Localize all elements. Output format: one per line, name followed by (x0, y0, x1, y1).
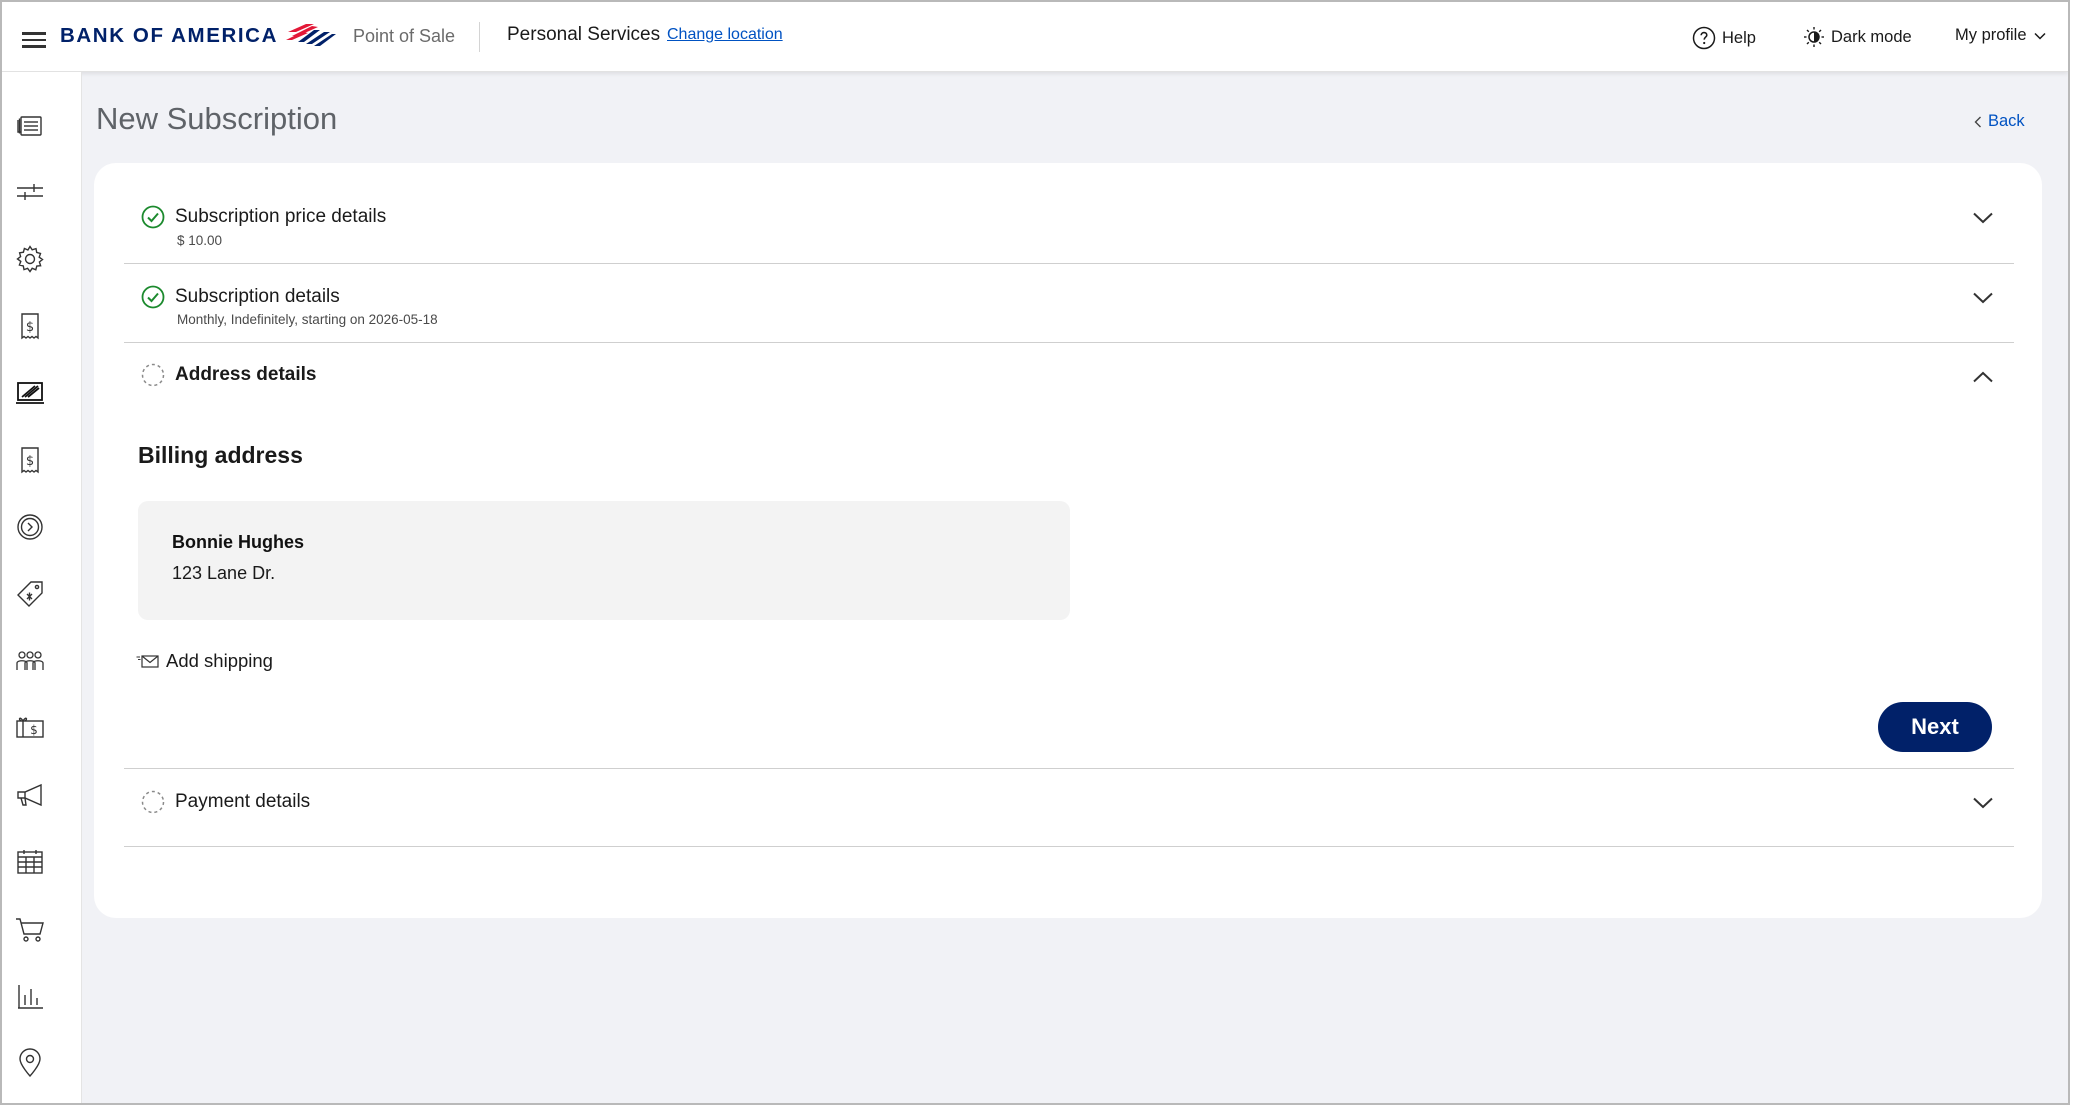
step-subtitle: Monthly, Indefinitely, starting on 2026-… (177, 312, 438, 327)
megaphone-icon[interactable] (14, 779, 46, 811)
help-icon (1692, 26, 1716, 50)
customers-icon[interactable] (14, 645, 46, 677)
page-title: New Subscription (96, 101, 338, 136)
sliders-icon[interactable] (14, 176, 46, 208)
subscription-wizard: Subscription price details $ 10.00 Subsc… (94, 163, 2042, 918)
hamburger-menu-icon[interactable] (22, 32, 46, 48)
current-location: Personal Services (507, 24, 661, 45)
dark-mode-label: Dark mode (1831, 27, 1912, 46)
sidebar-nav: $ $ $ (2, 72, 82, 1103)
header-divider (479, 22, 480, 52)
svg-text:$: $ (30, 723, 38, 737)
app-name: Point of Sale (353, 26, 456, 46)
divider (124, 846, 2014, 847)
chevron-up-icon[interactable] (1972, 370, 1994, 384)
step-price-details[interactable]: Subscription price details $ 10.00 (94, 191, 1993, 257)
dark-mode-icon (1804, 27, 1824, 47)
svg-text:$: $ (26, 454, 34, 469)
address-line: 123 Lane Dr. (172, 563, 276, 583)
back-label: Back (1988, 112, 2025, 130)
bank-logo[interactable]: BANK OF AMERICA (60, 22, 336, 50)
step-title: Payment details (175, 791, 311, 812)
check-circle-icon (141, 205, 165, 229)
step-address-details[interactable]: Address details (94, 349, 1993, 405)
step-title: Subscription price details (175, 206, 387, 227)
chevron-down-icon[interactable] (1972, 211, 1994, 225)
chevron-down-icon (2034, 32, 2046, 40)
top-bar: BANK OF AMERICA Point of Sale Personal S… (2, 2, 2068, 72)
invoice-icon[interactable]: $ (14, 310, 46, 342)
app-window: BANK OF AMERICA Point of Sale Personal S… (0, 0, 2070, 1105)
billing-address-card[interactable]: Bonnie Hughes 123 Lane Dr. (138, 501, 1070, 620)
location-pin-icon[interactable] (14, 1047, 46, 1079)
gift-card-icon[interactable]: $ (14, 712, 46, 744)
step-subtitle: $ 10.00 (177, 233, 223, 248)
chevron-left-icon (1974, 116, 1981, 127)
divider (124, 342, 2014, 343)
add-shipping-label: Add shipping (166, 650, 273, 671)
help-button[interactable]: Help (1692, 26, 1756, 50)
address-name: Bonnie Hughes (172, 532, 305, 552)
gear-icon[interactable] (14, 243, 46, 275)
bill-icon[interactable]: $ (14, 444, 46, 476)
divider (124, 263, 2014, 264)
help-label: Help (1722, 28, 1756, 47)
svg-text:$: $ (26, 320, 34, 335)
terminal-icon[interactable] (14, 377, 46, 409)
divider (124, 768, 2014, 769)
billing-address-heading: Billing address (138, 442, 303, 468)
check-circle-icon (141, 285, 165, 309)
step-subscription-details[interactable]: Subscription details Monthly, Indefinite… (94, 271, 1993, 337)
profile-label: My profile (1955, 26, 2027, 44)
step-payment-details[interactable]: Payment details (94, 775, 1993, 839)
add-shipping-link[interactable]: Add shipping (136, 650, 273, 672)
pending-circle-icon (141, 363, 165, 387)
dark-mode-toggle[interactable]: Dark mode (1803, 26, 1912, 48)
change-location-link[interactable]: Change location (667, 26, 783, 44)
chevron-down-icon[interactable] (1972, 796, 1994, 810)
envelope-icon (136, 655, 159, 668)
subscription-icon[interactable] (14, 511, 46, 543)
profile-menu[interactable]: My profile (1955, 26, 2047, 45)
tag-icon[interactable] (14, 578, 46, 610)
calendar-icon[interactable] (14, 846, 46, 878)
reports-icon[interactable] (14, 980, 46, 1012)
back-link[interactable]: Back (1974, 112, 2025, 131)
next-button[interactable]: Next (1878, 702, 1992, 752)
step-title: Address details (175, 364, 317, 385)
pending-circle-icon (141, 790, 165, 814)
transactions-icon[interactable] (14, 109, 46, 141)
flag-logo-icon (285, 24, 336, 46)
brand-name: BANK OF AMERICA (60, 24, 278, 47)
chevron-down-icon[interactable] (1972, 291, 1994, 305)
step-title: Subscription details (175, 286, 340, 307)
cart-icon[interactable] (14, 913, 46, 945)
